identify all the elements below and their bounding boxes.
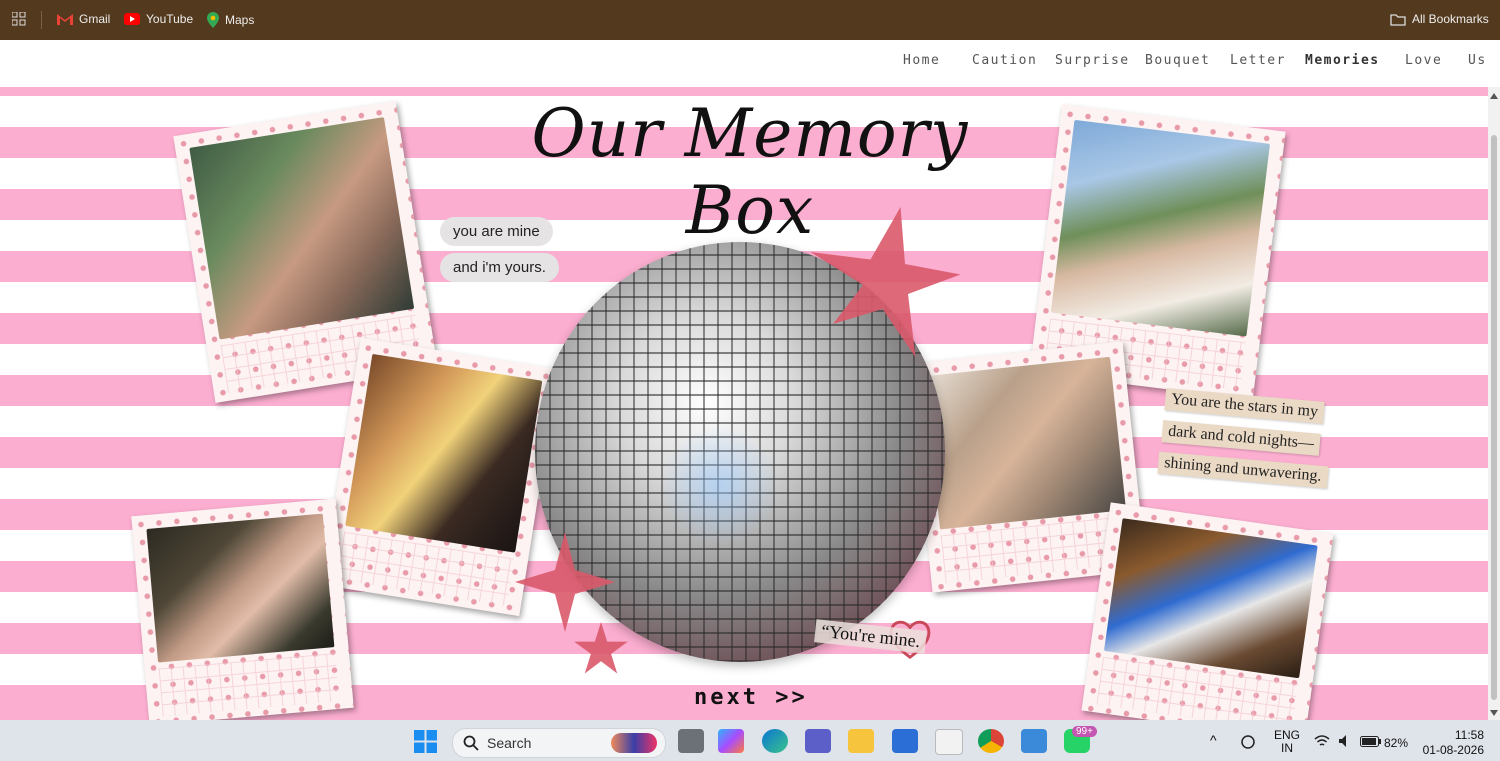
bookmark-maps[interactable]: Maps	[207, 12, 254, 28]
clock-time: 11:58	[1454, 728, 1484, 742]
store-icon[interactable]	[935, 729, 963, 755]
bookmark-gmail-label: Gmail	[79, 12, 111, 26]
page-scrollbar[interactable]	[1488, 87, 1500, 720]
battery-percent: 82%	[1384, 736, 1409, 750]
photos-icon[interactable]	[1021, 729, 1047, 753]
couple-photo	[1050, 119, 1271, 337]
scrollbar-thumb[interactable]	[1491, 135, 1497, 700]
glitter-star-icon	[810, 207, 961, 357]
search-icon	[463, 735, 479, 751]
volume-icon[interactable]	[1338, 734, 1354, 748]
nav-us[interactable]: Us	[1468, 53, 1487, 68]
remote-desktop-icon[interactable]	[892, 729, 918, 753]
couple-photo	[1103, 518, 1318, 679]
chrome-icon[interactable]	[978, 729, 1004, 753]
scroll-up-icon[interactable]	[1490, 93, 1498, 99]
polaroid-photo[interactable]	[131, 498, 354, 720]
windows-start-icon[interactable]	[414, 730, 437, 753]
youtube-icon	[124, 13, 140, 25]
site-nav: Home Caution Surprise Bouquet Letter Mem…	[0, 40, 1500, 87]
windows-taskbar: Search 99+ ^ ENG IN 82% 11:58 01-08-2026	[0, 720, 1500, 761]
bookmark-maps-label: Maps	[225, 13, 255, 27]
scroll-down-icon[interactable]	[1490, 710, 1498, 716]
search-highlight-icon	[611, 733, 657, 753]
nav-bouquet[interactable]: Bouquet	[1145, 53, 1210, 68]
copilot-icon[interactable]	[718, 729, 744, 753]
polaroid-photo[interactable]	[1081, 502, 1334, 720]
bookmarks-separator	[41, 11, 42, 29]
battery-icon[interactable]	[1360, 736, 1382, 747]
nav-caution[interactable]: Caution	[972, 53, 1037, 68]
nav-memories[interactable]: Memories	[1305, 53, 1380, 68]
glitter-star-icon	[515, 532, 615, 632]
hearts-pattern	[158, 653, 340, 717]
nav-love[interactable]: Love	[1405, 53, 1442, 68]
apps-grid-icon[interactable]	[12, 12, 26, 26]
chevron-up-icon[interactable]: ^	[1210, 732, 1217, 748]
clock-date: 01-08-2026	[1422, 743, 1484, 757]
bookmark-gmail[interactable]: Gmail	[57, 12, 110, 26]
file-explorer-icon[interactable]	[848, 729, 874, 753]
gmail-icon	[57, 14, 73, 25]
couple-photo	[923, 356, 1127, 530]
all-bookmarks-button[interactable]: All Bookmarks	[1390, 12, 1489, 26]
couple-photo	[345, 353, 543, 553]
couple-photo	[189, 117, 415, 340]
next-link[interactable]: next >>	[694, 685, 808, 710]
memory-box-page: Our Memory Box you are mine and i'm your…	[0, 87, 1488, 720]
nav-letter[interactable]: Letter	[1230, 53, 1286, 68]
task-view-icon[interactable]	[678, 729, 704, 753]
nav-home[interactable]: Home	[903, 53, 940, 68]
chat-bubble: you are mine	[440, 217, 553, 246]
bookmark-youtube[interactable]: YouTube	[124, 12, 193, 26]
all-bookmarks-label: All Bookmarks	[1412, 12, 1489, 26]
edge-icon[interactable]	[762, 729, 788, 753]
network-status-icon[interactable]	[1240, 734, 1256, 750]
taskbar-search[interactable]: Search	[452, 728, 666, 758]
glitter-star-icon	[574, 622, 628, 674]
clock[interactable]: 11:58 01-08-2026	[1420, 728, 1484, 758]
wifi-icon[interactable]	[1314, 734, 1330, 748]
bookmarks-bar: Gmail YouTube Maps All Bookmarks	[0, 0, 1500, 40]
search-label: Search	[487, 735, 532, 751]
couple-photo	[146, 513, 335, 663]
chat-bubble: and i'm yours.	[440, 253, 559, 282]
folder-icon	[1390, 13, 1406, 26]
language-indicator[interactable]: ENG IN	[1274, 729, 1300, 755]
nav-surprise[interactable]: Surprise	[1055, 53, 1130, 68]
quote-strip: shining and unwavering.	[1157, 451, 1329, 489]
bookmark-youtube-label: YouTube	[146, 12, 194, 26]
notification-badge: 99+	[1072, 726, 1097, 737]
teams-icon[interactable]	[805, 729, 831, 753]
region-code: IN	[1281, 741, 1293, 755]
maps-icon	[207, 12, 219, 28]
quote-strip: dark and cold nights—	[1161, 420, 1321, 456]
